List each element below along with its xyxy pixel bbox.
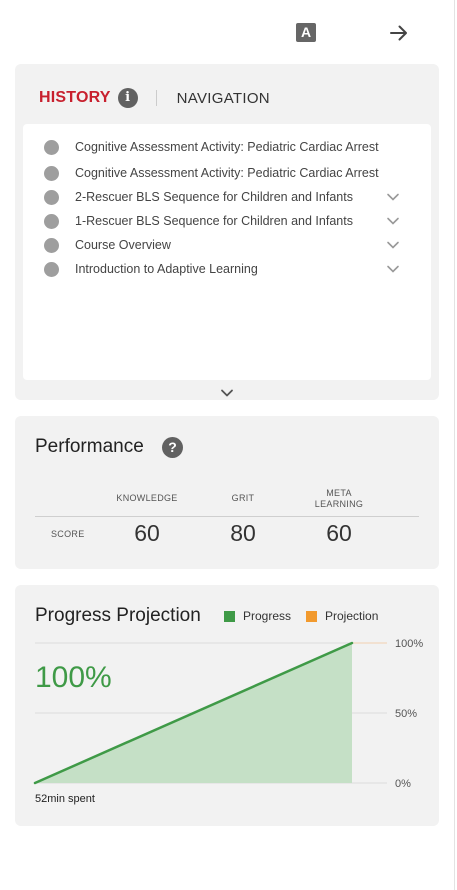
status-dot [44,190,59,205]
history-item[interactable]: 2-Rescuer BLS Sequence for Children and … [23,188,431,208]
progress-chart: 100% 50% 0% [33,638,423,790]
legend-progress: Progress [224,609,291,623]
history-item[interactable]: Course Overview [23,236,431,256]
info-icon[interactable]: i [117,88,138,108]
history-item[interactable]: Cognitive Assessment Activity: Pediatric… [23,164,431,184]
performance-title: Performance [35,436,144,457]
column-header-meta-learning: META LEARNING [314,488,364,509]
knowledge-score: 60 [134,520,160,546]
legend-projection-swatch [306,610,317,622]
arrow-right-icon[interactable] [388,22,410,44]
history-list: Cognitive Assessment Activity: Pediatric… [23,124,431,380]
progress-projection-panel: Progress Projection Progress Projection … [15,585,439,826]
grit-score: 80 [230,520,256,546]
status-dot [44,262,59,277]
status-dot [44,140,59,155]
status-dot [44,166,59,181]
performance-panel: Performance ? KNOWLEDGE GRIT META LEARNI… [15,416,439,569]
top-toolbar: A [0,0,454,64]
y-tick-label: 100% [395,638,423,650]
history-item-label: 1-Rescuer BLS Sequence for Children and … [75,214,353,228]
chevron-down-icon[interactable] [386,238,400,252]
column-header-knowledge: KNOWLEDGE [116,493,178,503]
history-item-label: Course Overview [75,238,171,252]
meta-learning-score: 60 [326,520,352,546]
history-item-label: Cognitive Assessment Activity: Pediatric… [75,140,379,154]
text-size-icon[interactable]: A [296,23,316,42]
tab-divider [155,90,157,106]
time-spent: 52min spent [35,793,95,805]
legend-projection: Projection [306,609,378,623]
chevron-down-icon[interactable] [386,262,400,276]
help-icon[interactable]: ? [162,437,183,458]
history-item[interactable]: Cognitive Assessment Activity: Pediatric… [23,138,431,158]
legend-progress-swatch [224,610,235,622]
y-tick-label: 50% [395,708,417,720]
history-item[interactable]: Introduction to Adaptive Learning [23,260,431,280]
status-dot [44,238,59,253]
status-dot [44,214,59,229]
panel-tabs: HISTORY i NAVIGATION [39,88,270,108]
column-header-grit: GRIT [231,493,255,503]
history-item-label: Cognitive Assessment Activity: Pediatric… [75,166,379,180]
history-panel: HISTORY i NAVIGATION Cognitive Assessmen… [15,64,439,400]
chevron-down-icon[interactable] [386,190,400,204]
history-item-label: Introduction to Adaptive Learning [75,262,258,276]
tab-history[interactable]: HISTORY [39,89,111,107]
projection-title: Progress Projection [35,605,201,626]
right-edge-divider [454,0,455,890]
table-divider [35,516,419,517]
history-item-label: 2-Rescuer BLS Sequence for Children and … [75,190,353,204]
progress-percentage: 100% [35,661,112,694]
history-item[interactable]: 1-Rescuer BLS Sequence for Children and … [23,212,431,232]
tab-navigation[interactable]: NAVIGATION [177,90,270,107]
y-tick-label: 0% [395,778,411,790]
row-label-score: SCORE [51,529,85,539]
legend-projection-label: Projection [325,609,379,623]
chevron-down-icon[interactable] [386,214,400,228]
legend-progress-label: Progress [243,609,292,623]
chevron-down-icon[interactable] [220,386,234,400]
